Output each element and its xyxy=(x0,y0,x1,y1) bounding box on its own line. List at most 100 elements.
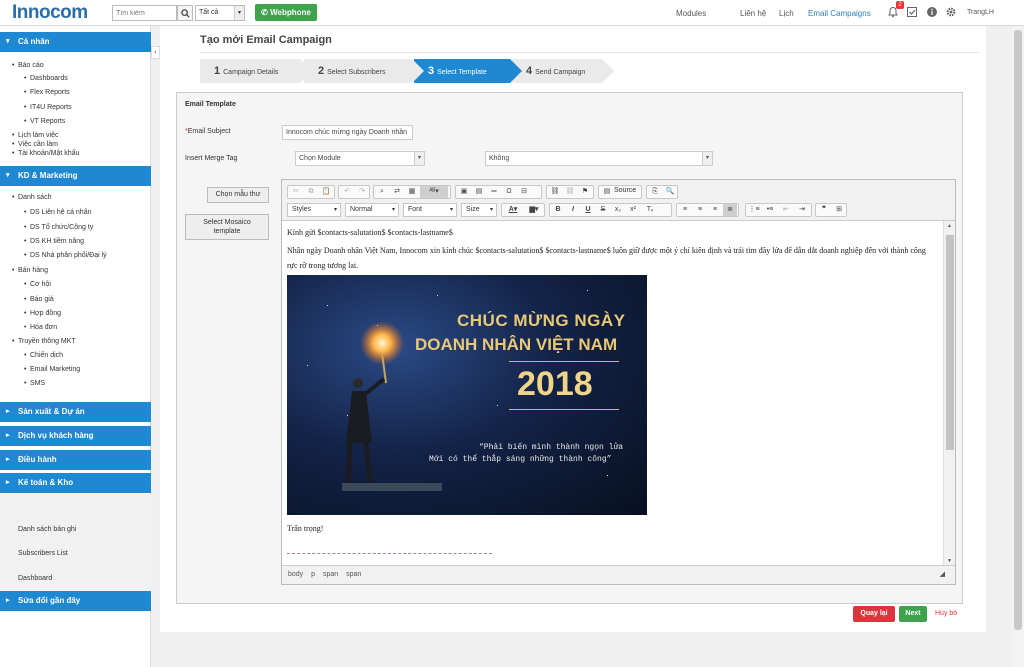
nav-calendar[interactable]: Lịch xyxy=(779,9,794,18)
tasks-check-icon[interactable] xyxy=(906,6,918,18)
sidebar-item-hop-dong[interactable]: Hợp đồng xyxy=(24,310,61,317)
format-dropdown[interactable]: Normal xyxy=(345,203,399,217)
sidebar-item-flex-reports[interactable]: Flex Reports xyxy=(24,89,70,96)
sidebar-item-ban-hang[interactable]: Bán hàng xyxy=(12,267,48,274)
link-dashboard[interactable]: Dashboard xyxy=(18,575,52,582)
redo-icon[interactable]: ↷ xyxy=(355,186,369,198)
remove-format-icon[interactable]: Tₓ xyxy=(643,204,657,216)
styles-dropdown[interactable]: Styles xyxy=(287,203,341,217)
indent-icon[interactable]: ⇥ xyxy=(795,204,809,216)
align-left-icon[interactable]: ≡ xyxy=(678,204,692,216)
editor-scrollbar[interactable]: ▲ ▼ xyxy=(943,221,955,566)
horizontal-line-icon[interactable]: ═ xyxy=(487,186,501,198)
preview-icon[interactable]: 🔍 xyxy=(663,186,677,198)
resize-handle-icon[interactable]: ◢ xyxy=(940,566,945,584)
page-scrollbar[interactable] xyxy=(1012,26,1024,667)
back-button[interactable]: Quay lại xyxy=(853,606,895,622)
sidebar-item-ds-nha-phan-phoi[interactable]: DS Nhà phân phối/Đại lý xyxy=(24,252,107,259)
page-break-icon[interactable]: ⊟ xyxy=(517,186,531,198)
email-subject-input[interactable]: Innocom chúc mừng ngày Doanh nhân xyxy=(282,125,413,140)
sidebar-item-ds-lien-he[interactable]: DS Liên hệ cá nhân xyxy=(24,209,91,216)
nav-contacts[interactable]: Liên hệ xyxy=(740,9,766,18)
section-sua-doi-gan-day[interactable]: Sửa đổi gần đây xyxy=(0,591,151,611)
scroll-up-icon[interactable]: ▲ xyxy=(947,223,952,229)
sidebar-item-ds-to-chuc[interactable]: DS Tổ chức/Công ty xyxy=(24,224,93,231)
cut-icon[interactable]: ✂ xyxy=(289,186,303,198)
search-scope-select[interactable]: Tất cả ▾ xyxy=(195,5,245,21)
bg-color-icon[interactable]: ▆▾ xyxy=(524,204,544,216)
section-kd-marketing[interactable]: KD & Marketing xyxy=(0,166,151,186)
sidebar-item-sms[interactable]: SMS xyxy=(24,380,45,387)
select-all-icon[interactable]: ▦ xyxy=(405,186,419,198)
sidebar-item-dashboards[interactable]: Dashboards xyxy=(24,75,68,82)
table-icon[interactable]: ▤ xyxy=(472,186,486,198)
strike-icon[interactable]: S xyxy=(596,204,610,216)
editor-content[interactable]: Kính gửi $contacts-salutation$ $contacts… xyxy=(282,221,942,566)
copy-icon[interactable]: ⧉ xyxy=(304,186,318,198)
outdent-icon[interactable]: ⇤ xyxy=(779,204,793,216)
anchor-flag-icon[interactable]: ⚑ xyxy=(578,186,592,198)
superscript-icon[interactable]: x² xyxy=(626,204,640,216)
bold-icon[interactable]: B xyxy=(551,204,565,216)
sidebar-item-bao-gia[interactable]: Báo giá xyxy=(24,296,54,303)
nav-modules[interactable]: Modules xyxy=(676,9,706,18)
step-send-campaign[interactable]: 4 Send Campaign xyxy=(512,59,614,83)
search-button[interactable] xyxy=(177,5,193,21)
merge-tag-select[interactable]: Không ▾ xyxy=(485,151,713,166)
step-campaign-details[interactable]: 1 Campaign Details xyxy=(200,59,312,83)
section-dich-vu-kh[interactable]: Dịch vụ khách hàng xyxy=(0,426,151,446)
undo-icon[interactable]: ↶ xyxy=(340,186,354,198)
italic-icon[interactable]: I xyxy=(566,204,580,216)
align-justify-icon[interactable]: ≣ xyxy=(723,204,737,216)
unlink-icon[interactable]: ⛓ xyxy=(563,186,577,198)
sidebar-item-lich-lam-viec[interactable]: Lịch làm việc xyxy=(12,132,59,139)
select-mosaico-button[interactable]: Select Mosaico template xyxy=(185,214,269,240)
sidebar-item-danh-sach[interactable]: Danh sách xyxy=(12,194,52,201)
path-item[interactable]: span xyxy=(323,571,338,578)
sidebar-item-ds-kh-tiem-nang[interactable]: DS KH tiềm năng xyxy=(24,238,84,245)
link-subscribers-list[interactable]: Subscribers List xyxy=(18,550,68,557)
nav-email-campaigns[interactable]: Email Campaigns xyxy=(808,9,871,18)
sidebar-item-hoa-don[interactable]: Hóa đơn xyxy=(24,324,57,331)
sidebar-item-chien-dich[interactable]: Chiến dịch xyxy=(24,352,63,359)
image-icon[interactable]: ▣ xyxy=(457,186,471,198)
div-container-icon[interactable]: ⊞ xyxy=(832,204,846,216)
sidebar-item-co-hoi[interactable]: Cơ hội xyxy=(24,281,51,288)
underline-icon[interactable]: U xyxy=(581,204,595,216)
special-char-icon[interactable]: Ω xyxy=(502,186,516,198)
next-button[interactable]: Next xyxy=(899,606,927,622)
align-center-icon[interactable]: ≡ xyxy=(693,204,707,216)
path-item[interactable]: p xyxy=(311,571,315,578)
paste-icon[interactable]: 📋 xyxy=(319,186,333,198)
section-ke-toan-kho[interactable]: Kế toán & Kho xyxy=(0,473,151,493)
page-scrollbar-thumb[interactable] xyxy=(1014,30,1022,630)
replace-icon[interactable]: ⇄ xyxy=(390,186,404,198)
sidebar-item-vt-reports[interactable]: VT Reports xyxy=(24,118,65,125)
find-icon[interactable]: ⌕ xyxy=(375,186,389,198)
webphone-button[interactable]: ✆ Webphone xyxy=(255,4,317,21)
numbered-list-icon[interactable]: ⋮≡ xyxy=(747,204,761,216)
subscript-icon[interactable]: x₂ xyxy=(611,204,625,216)
bulleted-list-icon[interactable]: •≡ xyxy=(763,204,777,216)
font-dropdown[interactable]: Font xyxy=(403,203,457,217)
sidebar-collapse-button[interactable]: ‹ xyxy=(151,46,160,59)
section-san-xuat[interactable]: Sản xuất & Dự án xyxy=(0,402,151,422)
text-color-icon[interactable]: A▾ xyxy=(503,204,523,216)
sidebar-item-it4u-reports[interactable]: IT4U Reports xyxy=(24,104,72,111)
size-dropdown[interactable]: Size xyxy=(461,203,497,217)
sidebar-item-email-marketing[interactable]: Email Marketing xyxy=(24,366,80,373)
username[interactable]: TrangLH xyxy=(967,9,994,16)
section-ca-nhan[interactable]: Cá nhân xyxy=(0,32,151,52)
step-select-template[interactable]: 3 Select Template xyxy=(414,59,522,83)
source-button[interactable]: ▤ Source xyxy=(598,185,642,199)
info-icon[interactable] xyxy=(926,6,938,18)
choose-template-button[interactable]: Chọn mẫu thư xyxy=(207,187,269,203)
scroll-down-icon[interactable]: ▼ xyxy=(947,558,952,564)
section-dieu-hanh[interactable]: Điều hành xyxy=(0,450,151,470)
sidebar-item-truyen-thong[interactable]: Truyền thông MKT xyxy=(12,338,76,345)
path-item[interactable]: body xyxy=(288,571,303,578)
blockquote-icon[interactable]: ❞ xyxy=(817,204,831,216)
cancel-link[interactable]: Hủy bỏ xyxy=(935,610,957,617)
templates-icon[interactable]: ⎘ xyxy=(648,186,662,198)
link-danh-sach-ban-ghi[interactable]: Danh sách bản ghi xyxy=(18,526,76,533)
